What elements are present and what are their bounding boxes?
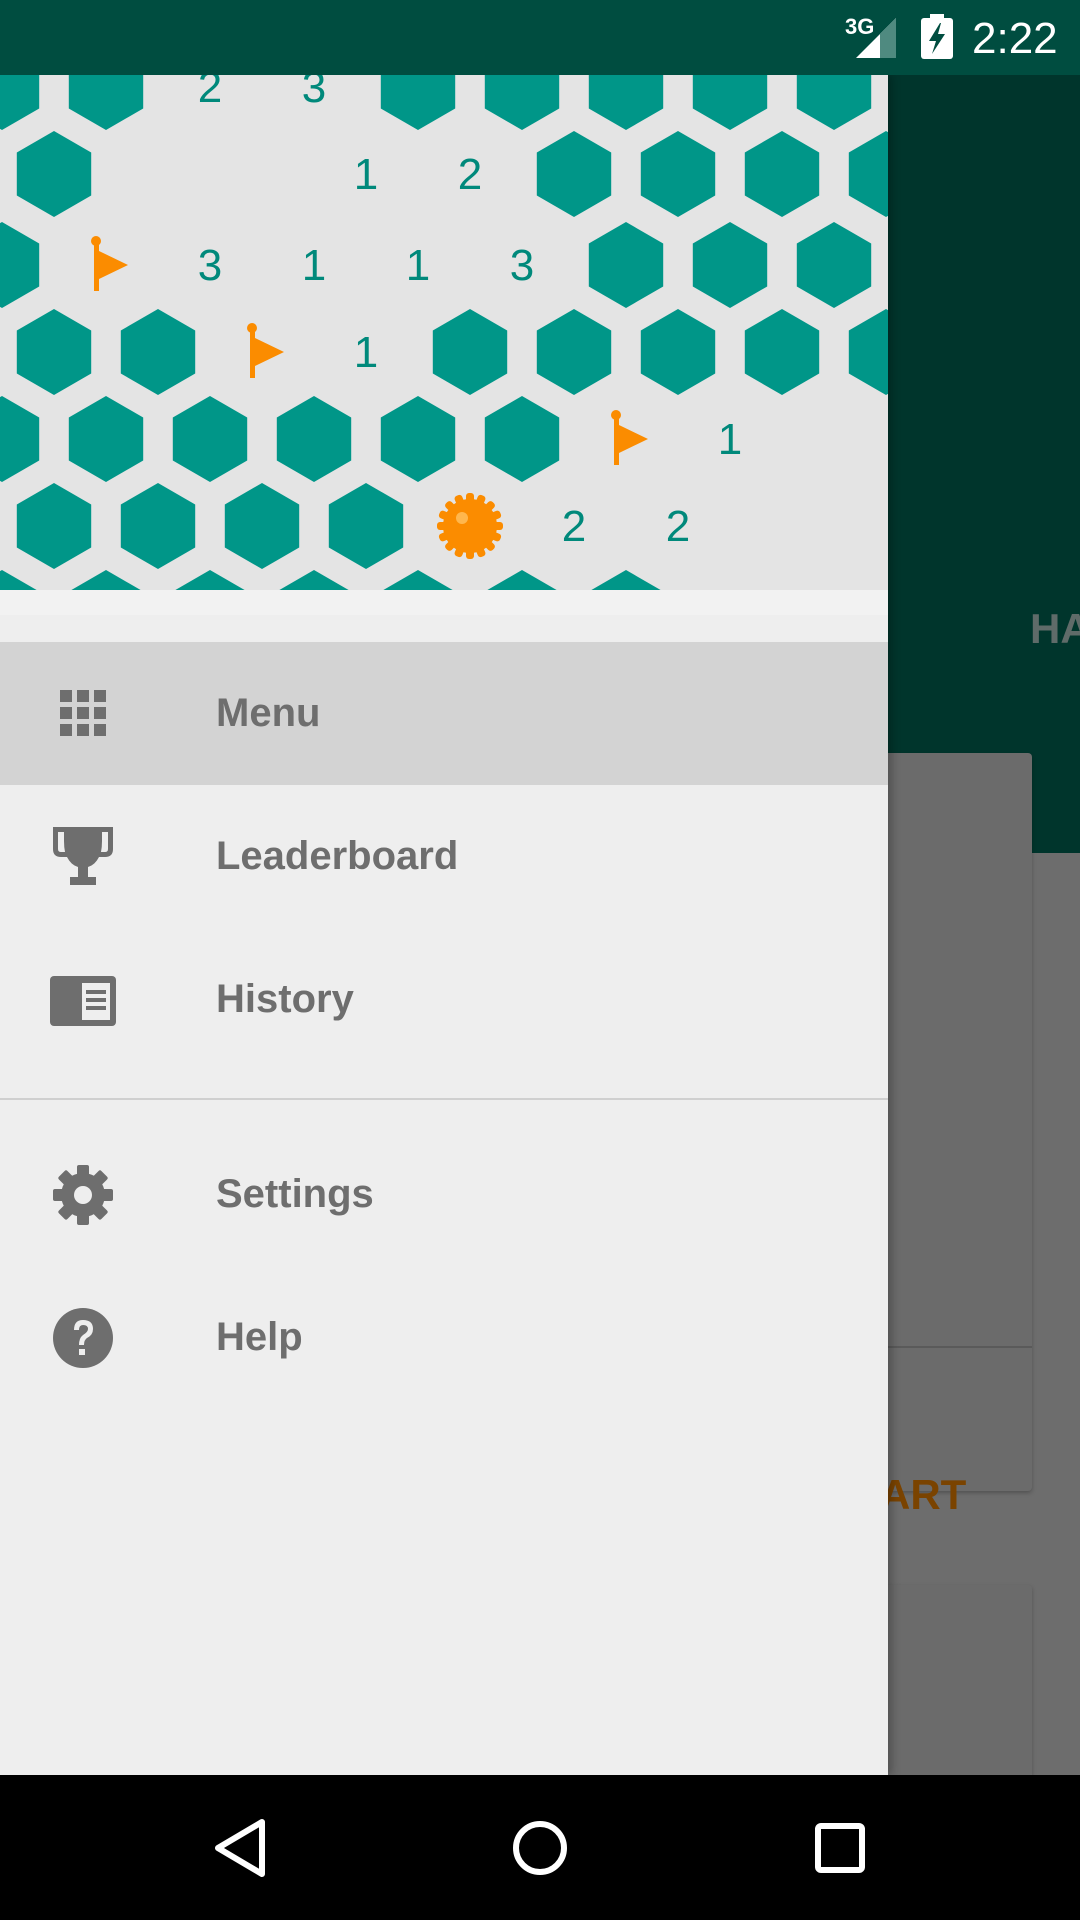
navigation-drawer: 231231131122 Menu Leaderboard History Se…	[0, 75, 888, 1775]
board-tile	[744, 131, 820, 217]
drawer-item-leaderboard[interactable]: Leaderboard	[0, 785, 888, 928]
board-tile	[0, 222, 40, 308]
history-icon	[50, 976, 116, 1026]
board-tile	[848, 131, 888, 217]
board-tile	[484, 396, 560, 482]
board-number: 1	[718, 415, 742, 464]
help-icon	[53, 1308, 113, 1368]
drawer-divider	[0, 1098, 888, 1100]
board-tile	[0, 75, 40, 130]
back-icon	[215, 1818, 265, 1877]
drawer-item-label: History	[216, 977, 354, 1021]
board-tile	[120, 309, 196, 395]
background-tab-label[interactable]: HA	[1030, 605, 1080, 653]
gear-icon	[53, 1165, 113, 1225]
home-icon	[513, 1820, 567, 1875]
signal-icon	[856, 18, 896, 58]
board-tile	[692, 222, 768, 308]
board-number: 1	[354, 328, 378, 377]
board-tile	[0, 396, 40, 482]
back-button[interactable]	[160, 1775, 320, 1920]
drawer-item-label: Leaderboard	[216, 834, 459, 878]
board-number: 3	[198, 241, 222, 290]
background-card-action[interactable]: ART	[880, 1471, 966, 1519]
drawer-item-label: Help	[216, 1315, 303, 1359]
board-tile	[380, 75, 456, 130]
flag-icon	[611, 410, 648, 465]
board-tile	[536, 131, 612, 217]
board-number: 1	[354, 150, 378, 199]
recents-button[interactable]	[760, 1775, 920, 1920]
board-number: 3	[302, 75, 326, 112]
board-tile	[172, 396, 248, 482]
mine-icon	[437, 493, 503, 559]
board-tile	[328, 483, 404, 569]
board-tile	[432, 309, 508, 395]
drawer-item-settings[interactable]: Settings	[0, 1123, 888, 1266]
board-number: 3	[510, 241, 534, 290]
home-button[interactable]	[460, 1775, 620, 1920]
trophy-icon	[53, 827, 113, 885]
drawer-item-history[interactable]: History	[0, 928, 888, 1071]
board-tile	[536, 309, 612, 395]
drawer-item-label: Settings	[216, 1172, 374, 1216]
board-tile	[68, 396, 144, 482]
drawer-item-label: Menu	[216, 691, 321, 735]
board-tile	[16, 131, 92, 217]
board-number: 2	[458, 150, 482, 199]
board-tile	[692, 75, 768, 130]
board-tile	[16, 309, 92, 395]
board-number: 1	[302, 241, 326, 290]
flag-icon	[91, 236, 128, 291]
board-tile	[588, 75, 664, 130]
board-tile	[276, 396, 352, 482]
board-number: 1	[406, 241, 430, 290]
board-number: 2	[666, 502, 690, 551]
board-tile	[380, 396, 456, 482]
board-tile	[744, 309, 820, 395]
board-tile	[640, 309, 716, 395]
board-tile	[796, 222, 872, 308]
board-tile	[484, 75, 560, 130]
system-navigation-bar	[0, 1775, 1080, 1920]
board-tile	[640, 131, 716, 217]
clock: 2:22	[972, 14, 1058, 63]
board-tile	[68, 75, 144, 130]
status-bar: 3G 2:22	[0, 0, 1080, 75]
minesweeper-board-illustration: 2 31 23 1 1 3112 2	[0, 75, 888, 615]
board-tile	[848, 309, 888, 395]
board-tile	[224, 483, 300, 569]
board-number: 2	[198, 75, 222, 112]
board-number: 2	[562, 502, 586, 551]
board-tile	[16, 483, 92, 569]
board-tile	[796, 75, 872, 130]
drawer-item-menu[interactable]: Menu	[0, 642, 888, 785]
recents-icon	[815, 1822, 865, 1873]
battery-icon	[921, 14, 953, 59]
apps-grid-icon	[60, 690, 106, 736]
header-bottom-strip	[0, 590, 888, 615]
board-tile	[588, 222, 664, 308]
flag-icon	[247, 323, 284, 378]
board-tile	[120, 483, 196, 569]
drawer-item-help[interactable]: Help	[0, 1266, 888, 1409]
drawer-header-board: 231231131122	[0, 75, 888, 615]
